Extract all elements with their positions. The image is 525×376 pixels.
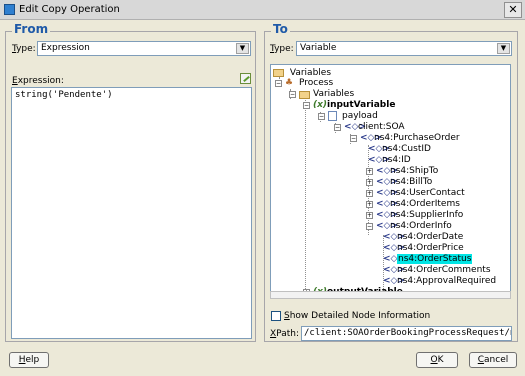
- from-legend: From: [12, 22, 51, 36]
- app-icon: [4, 4, 15, 15]
- to-type-label: Type:: [270, 44, 294, 54]
- tree-node-label: client:SOA: [358, 122, 405, 132]
- help-button[interactable]: Help: [9, 352, 49, 368]
- message-part-icon: [328, 111, 337, 121]
- tree-node-label: ns4:BillTo: [390, 177, 433, 187]
- tree-node-label: ns4:PurchaseOrder: [374, 133, 460, 143]
- tree-node-variables[interactable]: Variables: [273, 67, 331, 78]
- tree-node-label: ns4:OrderComments: [397, 265, 491, 275]
- to-legend: To: [271, 22, 290, 36]
- tree-node-label: payload: [342, 111, 378, 121]
- tree-node-label: Variables: [289, 68, 332, 78]
- collapse-icon[interactable]: −: [289, 91, 296, 98]
- show-details-checkbox[interactable]: [271, 311, 281, 321]
- tree-node-label: ns4:UserContact: [390, 188, 465, 198]
- title-bar: Edit Copy Operation ✕: [0, 0, 525, 20]
- chevron-down-icon[interactable]: ▼: [236, 43, 249, 54]
- window-title: Edit Copy Operation: [19, 4, 120, 15]
- tree-node-label: inputVariable: [327, 100, 396, 110]
- collapse-icon[interactable]: −: [303, 102, 310, 109]
- folder-icon: [273, 69, 284, 77]
- tree-node-label-selected: ns4:OrderStatus: [397, 254, 473, 264]
- expand-icon[interactable]: +: [366, 190, 373, 197]
- tree-node-label: ns4:SupplierInfo: [390, 210, 464, 220]
- process-icon: ♣: [285, 78, 294, 88]
- tree-node-label: ns4:OrderItems: [390, 199, 460, 209]
- close-button[interactable]: ✕: [504, 2, 522, 18]
- to-type-select[interactable]: Variable ▼: [296, 41, 512, 56]
- from-type-value: Expression: [41, 43, 90, 53]
- variable-icon: (x): [313, 100, 328, 110]
- tree-node-label: ns4:OrderPrice: [397, 243, 464, 253]
- collapse-icon[interactable]: −: [318, 113, 325, 120]
- ok-button[interactable]: OK: [416, 352, 458, 368]
- expand-icon[interactable]: +: [366, 168, 373, 175]
- expression-label: Expression:: [12, 76, 64, 86]
- tree-node-label: ns4:OrderInfo: [390, 221, 452, 231]
- folder-icon: [299, 91, 310, 99]
- tree-node-label: ns4:ApprovalRequired: [397, 276, 497, 286]
- cancel-button[interactable]: Cancel: [469, 352, 517, 368]
- collapse-icon[interactable]: −: [350, 135, 357, 142]
- chevron-down-icon[interactable]: ▼: [497, 43, 510, 54]
- xpath-input[interactable]: /client:SOAOrderBookingProcessRequest/n: [301, 326, 512, 341]
- xpath-label: XPath:: [270, 329, 299, 339]
- from-type-label: Type:: [12, 44, 36, 54]
- tree-node-label: Variables: [313, 89, 355, 99]
- tree-horizontal-scrollbar[interactable]: [270, 291, 511, 299]
- tree-node-label: Process: [299, 78, 334, 88]
- tree-node-label: ns4:ShipTo: [390, 166, 439, 176]
- collapse-icon[interactable]: −: [275, 80, 282, 87]
- tree-node-label: ns4:ID: [382, 155, 411, 165]
- from-type-select[interactable]: Expression ▼: [37, 41, 251, 56]
- to-type-value: Variable: [300, 43, 337, 53]
- expand-icon[interactable]: +: [366, 179, 373, 186]
- variable-tree[interactable]: Variables − ♣ Process − Variables − (x) …: [270, 64, 511, 295]
- collapse-icon[interactable]: −: [366, 223, 373, 230]
- expand-icon[interactable]: +: [366, 201, 373, 208]
- tree-node-label: ns4:CustID: [382, 144, 431, 154]
- expression-builder-icon[interactable]: [240, 73, 251, 84]
- show-details-label: Show Detailed Node Information: [284, 311, 431, 321]
- tree-node-label: ns4:OrderDate: [397, 232, 464, 242]
- expand-icon[interactable]: +: [366, 212, 373, 219]
- expression-textarea[interactable]: string('Pendente'): [11, 87, 252, 339]
- collapse-icon[interactable]: −: [334, 124, 341, 131]
